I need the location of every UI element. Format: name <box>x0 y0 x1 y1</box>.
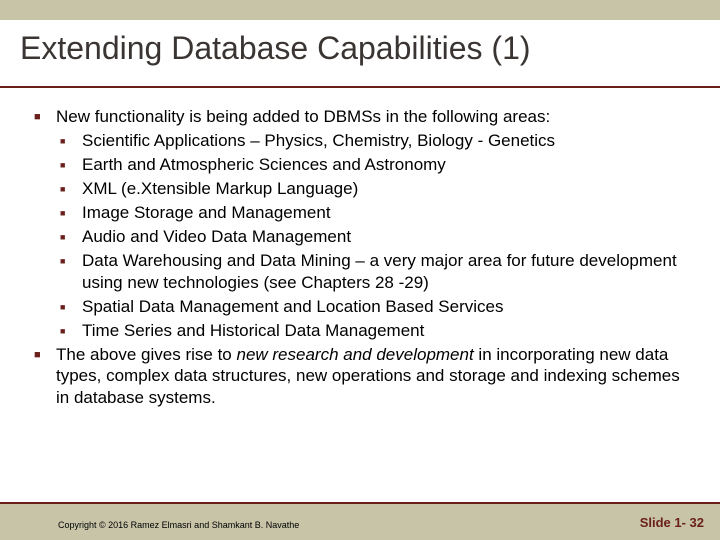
body-area: ■ New functionality is being added to DB… <box>0 88 720 502</box>
square-bullet-icon: ■ <box>60 226 82 248</box>
text-run-emphasis: new research and development <box>236 345 473 364</box>
bullet-text: Scientific Applications – Physics, Chemi… <box>82 130 692 152</box>
bullet-text: New functionality is being added to DBMS… <box>56 106 692 128</box>
square-bullet-icon: ■ <box>60 202 82 224</box>
slide: Extending Database Capabilities (1) ■ Ne… <box>0 0 720 540</box>
list-item: ■ Earth and Atmospheric Sciences and Ast… <box>82 154 692 176</box>
list-item: ■ Data Warehousing and Data Mining – a v… <box>82 250 692 294</box>
bullet-level2: ■ Scientific Applications – Physics, Che… <box>82 130 692 342</box>
list-item: ■ XML (e.Xtensible Markup Language) <box>82 178 692 200</box>
list-item: ■ Audio and Video Data Management <box>82 226 692 248</box>
bullet-text: Data Warehousing and Data Mining – a ver… <box>82 250 692 294</box>
copyright-text: Copyright © 2016 Ramez Elmasri and Shamk… <box>58 520 299 530</box>
bullet-text: Spatial Data Management and Location Bas… <box>82 296 692 318</box>
square-bullet-icon: ■ <box>60 178 82 200</box>
square-bullet-icon: ■ <box>34 344 56 366</box>
list-item: ■ The above gives rise to new research a… <box>56 344 692 409</box>
list-item: ■ Scientific Applications – Physics, Che… <box>82 130 692 152</box>
square-bullet-icon: ■ <box>60 154 82 176</box>
title-area: Extending Database Capabilities (1) <box>0 20 720 86</box>
bullet-text: Image Storage and Management <box>82 202 692 224</box>
list-item: ■ Image Storage and Management <box>82 202 692 224</box>
list-item: ■ New functionality is being added to DB… <box>56 106 692 128</box>
bullet-text: The above gives rise to new research and… <box>56 344 692 409</box>
square-bullet-icon: ■ <box>60 250 82 272</box>
list-item: ■ Time Series and Historical Data Manage… <box>82 320 692 342</box>
top-decor-band <box>0 0 720 20</box>
text-run: The above gives rise to <box>56 345 236 364</box>
footer-band: Copyright © 2016 Ramez Elmasri and Shamk… <box>0 504 720 540</box>
square-bullet-icon: ■ <box>60 320 82 342</box>
bullet-level1: ■ New functionality is being added to DB… <box>56 106 692 128</box>
square-bullet-icon: ■ <box>60 296 82 318</box>
slide-number: Slide 1- 32 <box>640 515 704 530</box>
bullet-level1: ■ The above gives rise to new research a… <box>56 344 692 409</box>
bullet-text: Audio and Video Data Management <box>82 226 692 248</box>
list-item: ■ Spatial Data Management and Location B… <box>82 296 692 318</box>
page-title: Extending Database Capabilities (1) <box>0 20 720 67</box>
square-bullet-icon: ■ <box>60 130 82 152</box>
square-bullet-icon: ■ <box>34 106 56 128</box>
bullet-text: Time Series and Historical Data Manageme… <box>82 320 692 342</box>
bullet-text: XML (e.Xtensible Markup Language) <box>82 178 692 200</box>
bullet-text: Earth and Atmospheric Sciences and Astro… <box>82 154 692 176</box>
